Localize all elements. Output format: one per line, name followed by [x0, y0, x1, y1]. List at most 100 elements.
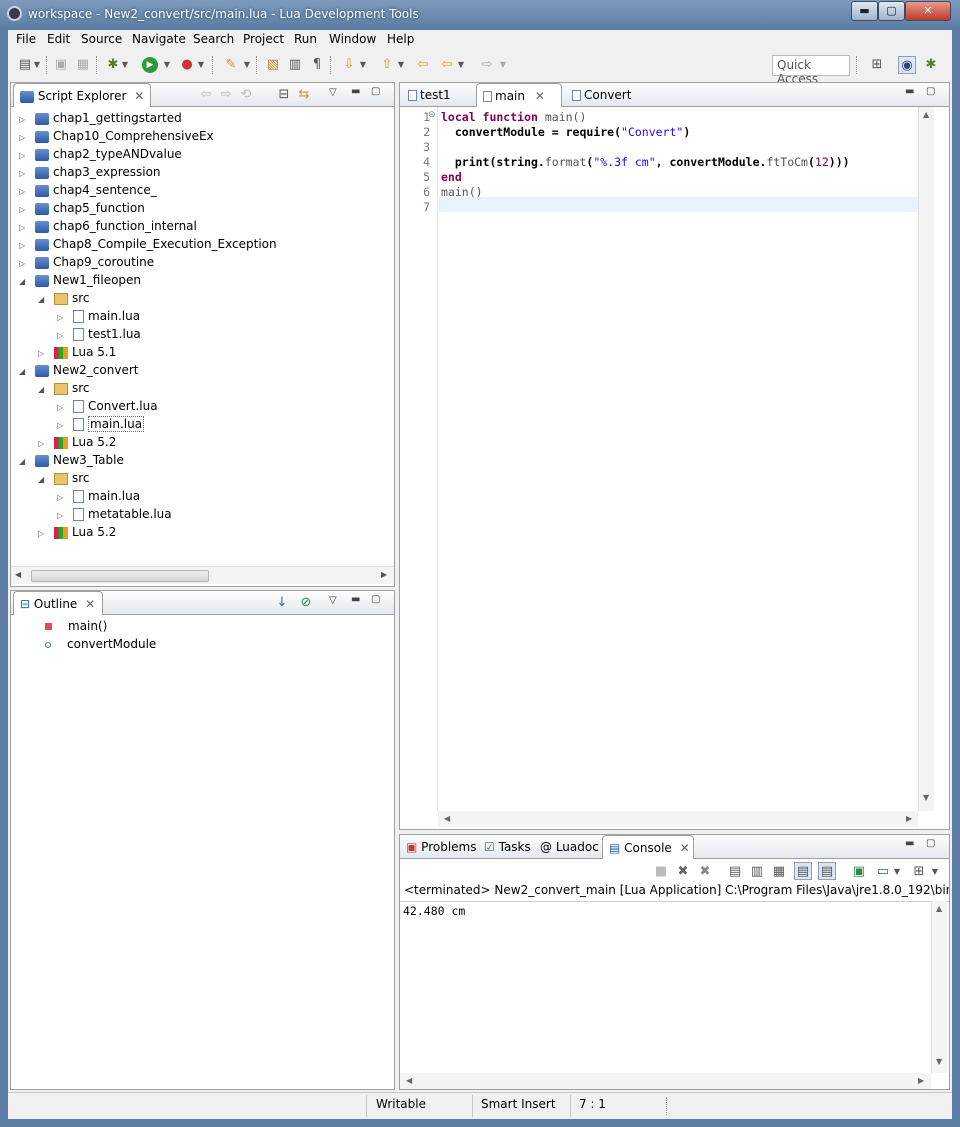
tree-item[interactable]: ▷ main.lua — [57, 487, 140, 505]
maximize-view-icon[interactable]: ▢ — [926, 838, 938, 849]
display-console-icon[interactable]: ▭ — [874, 863, 892, 881]
minimize-view-icon[interactable]: ▬ — [905, 838, 917, 849]
open-console-icon[interactable]: ⊞ — [910, 863, 928, 881]
menu-navigate[interactable]: Navigate — [132, 32, 186, 46]
scrollbar-thumb[interactable] — [31, 570, 209, 582]
tab-console[interactable]: ▤ Console ✕ — [602, 835, 694, 859]
menu-help[interactable]: Help — [387, 32, 414, 46]
last-edit-location-icon[interactable]: ⇦ — [414, 56, 432, 74]
external-tools-dropdown-icon[interactable]: ▼ — [196, 56, 206, 74]
back-icon[interactable]: ⇦ — [438, 56, 456, 74]
tree-item[interactable]: ▷ chap2_typeANDvalue — [19, 145, 182, 163]
expanded-twisty-icon[interactable]: ◢ — [19, 453, 29, 471]
back-nav-icon[interactable]: ⇦ — [197, 86, 215, 104]
tree-item[interactable]: ◢ New3_Table — [19, 451, 124, 469]
brush-icon[interactable]: ✎ — [222, 56, 240, 74]
tree-item[interactable]: ▷ chap1_gettingstarted — [19, 109, 182, 127]
maximize-view-icon[interactable]: ▢ — [926, 86, 938, 97]
close-icon[interactable]: ✕ — [85, 597, 95, 611]
terminate-icon[interactable]: ■ — [652, 863, 670, 881]
prev-annotation-dropdown-icon[interactable]: ▼ — [396, 56, 406, 74]
tree-item[interactable]: ▷ Convert.lua — [57, 397, 158, 415]
tree-item[interactable]: ◢ src — [38, 469, 90, 487]
scroll-up-icon[interactable]: ▲ — [936, 904, 942, 913]
save-all-icon[interactable]: ▦ — [74, 56, 92, 74]
tree-item[interactable]: ▷ chap4_sentence_ — [19, 181, 157, 199]
new-dropdown-icon[interactable]: ▼ — [32, 56, 42, 74]
tree-item[interactable]: ◢ New1_fileopen — [19, 271, 141, 289]
menu-window[interactable]: Window — [329, 32, 376, 46]
close-icon[interactable]: ✕ — [680, 841, 690, 855]
outline-item[interactable]: convertModule — [45, 635, 156, 653]
tree-item[interactable]: ▷ Lua 5.2 — [38, 523, 116, 541]
horizontal-scrollbar[interactable]: ◀ ▶ — [11, 566, 394, 584]
open-console-dropdown-icon[interactable]: ▼ — [930, 863, 940, 881]
quick-access-input[interactable]: Quick Access — [772, 55, 850, 86]
tab-tasks[interactable]: ☑ Tasks — [478, 835, 534, 859]
collapse-all-icon[interactable]: ⊟ — [275, 86, 293, 104]
expanded-twisty-icon[interactable]: ◢ — [19, 363, 29, 381]
menu-source[interactable]: Source — [81, 32, 122, 46]
show-on-output-icon[interactable]: ▤ — [794, 862, 812, 880]
back-dropdown-icon[interactable]: ▼ — [456, 56, 466, 74]
scroll-down-icon[interactable]: ▼ — [923, 793, 929, 802]
editor-horizontal-scrollbar[interactable]: ◀ ▶ — [438, 811, 918, 827]
tree-item[interactable]: ▷ Chap10_ComprehensiveEx — [19, 127, 214, 145]
menu-run[interactable]: Run — [294, 32, 317, 46]
debug-dropdown-icon[interactable]: ▼ — [120, 56, 130, 74]
tab-test1[interactable]: test1 — [402, 83, 476, 107]
fold-icon[interactable]: ⊖ — [428, 110, 436, 120]
scroll-left-icon[interactable]: ◀ — [406, 1076, 412, 1085]
tree-item[interactable]: ▷ Chap8_Compile_Execution_Exception — [19, 235, 277, 253]
debug-perspective-icon[interactable]: ✱ — [922, 56, 940, 74]
tree-item[interactable]: ▷ metatable.lua — [57, 505, 172, 523]
menu-file[interactable]: File — [16, 32, 36, 46]
tab-script-explorer[interactable]: Script Explorer ✕ — [13, 83, 151, 107]
console-horizontal-scrollbar[interactable]: ◀ ▶ — [400, 1073, 931, 1089]
prev-annotation-icon[interactable]: ⇧ — [378, 56, 396, 74]
tree-item[interactable]: ◢ src — [38, 289, 90, 307]
tab-outline[interactable]: ⊟ Outline ✕ — [13, 591, 103, 615]
save-icon[interactable]: ▣ — [52, 56, 70, 74]
minimize-view-icon[interactable]: ▬ — [351, 86, 363, 97]
minimize-button[interactable]: ▬ — [851, 1, 878, 21]
open-perspective-icon[interactable]: ⊞ — [868, 56, 886, 74]
console-vertical-scrollbar[interactable]: ▲ ▼ — [931, 901, 947, 1073]
show-on-error-icon[interactable]: ▤ — [818, 862, 836, 880]
link-editor-icon[interactable]: ⇆ — [295, 86, 313, 104]
scroll-right-icon[interactable]: ▶ — [918, 1076, 924, 1085]
editor-vertical-scrollbar[interactable]: ▲ ▼ — [918, 107, 934, 811]
console-output-area[interactable]: 42.480 cm — [400, 901, 949, 1073]
remove-all-icon[interactable]: ✖ — [696, 863, 714, 881]
tab-luadoc[interactable]: @ Luadoc — [534, 835, 602, 859]
open-task-icon[interactable]: ▥ — [286, 56, 304, 74]
scroll-left-icon[interactable]: ◀ — [444, 814, 450, 823]
scroll-left-icon[interactable]: ◀ — [15, 570, 21, 579]
forward-dropdown-icon[interactable]: ▼ — [498, 56, 508, 74]
word-wrap-icon[interactable]: ▦ — [770, 863, 788, 881]
up-nav-icon[interactable]: ⟲ — [237, 86, 255, 104]
minimize-view-icon[interactable]: ▬ — [905, 86, 917, 97]
collapsed-twisty-icon[interactable]: ▷ — [38, 525, 48, 543]
maximize-view-icon[interactable]: ▢ — [371, 86, 383, 97]
next-annotation-dropdown-icon[interactable]: ▼ — [358, 56, 368, 74]
lua-perspective-icon[interactable]: ◉ — [898, 56, 916, 74]
view-menu-icon[interactable]: ▽ — [329, 87, 341, 98]
menu-edit[interactable]: Edit — [47, 32, 70, 46]
clear-console-icon[interactable]: ▤ — [726, 863, 744, 881]
tree-item[interactable]: ▷ Lua 5.1 — [38, 343, 116, 361]
expanded-twisty-icon[interactable]: ◢ — [19, 273, 29, 291]
forward-nav-icon[interactable]: ⇨ — [217, 86, 235, 104]
tab-main[interactable]: main ✕ — [476, 83, 562, 107]
hide-fields-icon[interactable]: ⊘ — [297, 594, 315, 612]
brush-dropdown-icon[interactable]: ▼ — [242, 56, 252, 74]
minimize-view-icon[interactable]: ▬ — [351, 594, 363, 605]
close-icon[interactable]: ✕ — [535, 89, 545, 103]
scroll-lock-icon[interactable]: ▥ — [748, 863, 766, 881]
run-icon[interactable]: ▶ — [142, 57, 158, 73]
outline-item[interactable]: main() — [45, 617, 107, 635]
expanded-twisty-icon[interactable]: ◢ — [38, 471, 48, 489]
code-editor[interactable]: local function main() convertModule = re… — [441, 110, 916, 215]
tab-convert[interactable]: Convert — [566, 83, 656, 107]
next-annotation-icon[interactable]: ⇩ — [340, 56, 358, 74]
